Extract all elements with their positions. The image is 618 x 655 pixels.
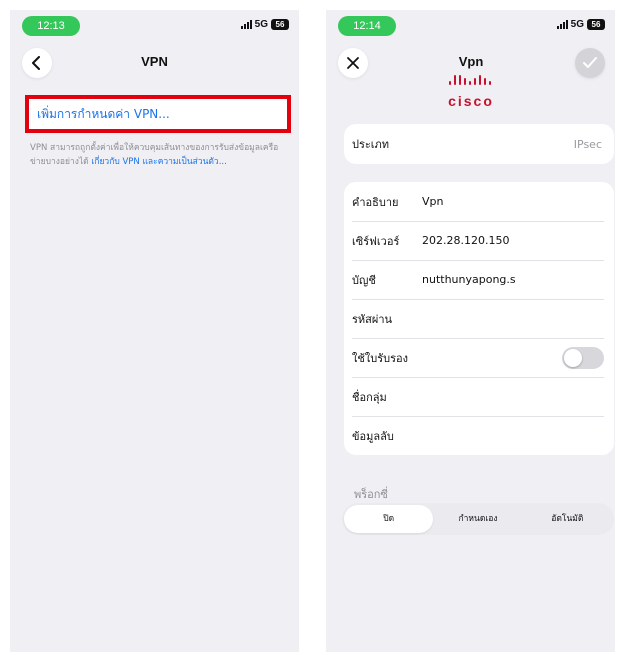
group-name-row[interactable]: ชื่อกลุ่ม [344,377,614,416]
toggle-knob [564,348,582,367]
add-vpn-label: เพิ่มการกำหนดค่า VPN... [37,106,170,121]
proxy-section-label: พร็อกซี่ [354,488,388,501]
status-time: 12:13 [22,16,80,36]
vpn-settings-card: คำอธิบาย Vpn เซิร์ฟเวอร์ 202.28.120.150 … [344,182,614,455]
status-time: 12:14 [338,16,396,36]
description-row[interactable]: คำอธิบาย Vpn [344,182,614,221]
cisco-bars-icon [449,75,491,85]
secret-row[interactable]: ข้อมูลลับ [344,416,614,455]
add-vpn-configuration-button[interactable]: เพิ่มการกำหนดค่า VPN... [25,95,291,133]
description-label: คำอธิบาย [352,195,399,209]
battery-icon: 56 [587,19,605,30]
proxy-option-manual[interactable]: กำหนดเอง [433,505,522,533]
server-label: เซิร์ฟเวอร์ [352,234,400,248]
close-button[interactable] [338,48,368,78]
server-row[interactable]: เซิร์ฟเวอร์ 202.28.120.150 [344,221,614,260]
type-row[interactable]: ประเภท IPsec [344,124,614,164]
type-value: IPsec [573,137,602,151]
checkmark-icon [583,57,597,68]
group-name-label: ชื่อกลุ่ม [352,390,387,404]
vpn-info-note: VPN สามารถถูกตั้งค่าเพื่อให้ควบคุมเส้นทา… [30,141,292,169]
cisco-wordmark: cisco [448,93,494,109]
description-field[interactable]: Vpn [422,195,614,208]
close-icon [347,57,359,69]
server-field[interactable]: 202.28.120.150 [422,234,614,247]
right-phone-screen: 12:14 5G 56 Vpn cisco ประเภท IPsec คำอธิ… [326,10,615,652]
network-type: 5G [570,19,584,30]
done-button[interactable] [575,48,605,78]
left-phone-screen: 12:13 5G 56 VPN เพิ่มการกำหนดค่า VPN... … [10,10,299,652]
vpn-privacy-link[interactable]: เกี่ยวกับ VPN และความเป็นส่วนตัว... [91,157,226,167]
use-certificate-toggle[interactable] [562,346,604,369]
signal-icon [556,20,568,29]
secret-label: ข้อมูลลับ [352,429,394,443]
password-label: รหัสผ่าน [352,312,393,326]
account-field[interactable]: nutthunyapong.s [422,273,614,286]
signal-icon [240,20,252,29]
cisco-logo: cisco [441,73,501,109]
battery-icon: 56 [271,19,289,30]
account-label: บัญชี [352,273,376,287]
status-indicators: 5G 56 [556,19,605,30]
use-certificate-row: ใช้ใบรับรอง [344,338,614,377]
type-card: ประเภท IPsec [344,124,614,164]
network-type: 5G [254,19,268,30]
page-title: VPN [141,54,168,69]
type-label: ประเภท [352,138,390,151]
page-title: Vpn [458,54,484,69]
password-row[interactable]: รหัสผ่าน [344,299,614,338]
proxy-option-off[interactable]: ปิด [344,505,434,533]
proxy-segmented-control: ปิด กำหนดเอง อัตโนมัติ [342,503,614,535]
proxy-option-auto[interactable]: อัตโนมัติ [523,505,612,533]
status-indicators: 5G 56 [240,19,289,30]
account-row[interactable]: บัญชี nutthunyapong.s [344,260,614,299]
use-certificate-label: ใช้ใบรับรอง [352,351,408,365]
